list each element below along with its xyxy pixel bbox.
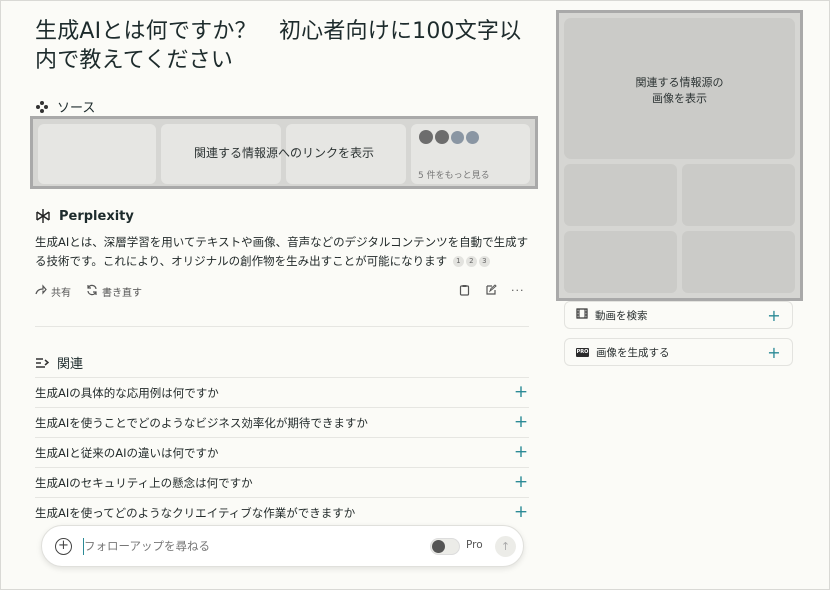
copy-button[interactable] (459, 284, 470, 299)
film-icon (576, 308, 588, 322)
edit-button[interactable] (485, 284, 497, 299)
favicon-icon (435, 130, 449, 144)
pro-toggle[interactable] (430, 538, 460, 555)
image-thumbnail[interactable] (682, 231, 795, 293)
generate-image-label: 画像を生成する (596, 346, 670, 359)
clipboard-icon (459, 284, 470, 299)
followup-bar: + Pro ↑ (41, 525, 524, 567)
related-item[interactable]: 生成AIの具体的な応用例は何ですか + (35, 377, 529, 407)
related-item-label: 生成AIを使うことでどのようなビジネス効率化が期待できますか (35, 415, 368, 430)
plus-icon: + (767, 305, 781, 325)
related-item-label: 生成AIを使ってどのようなクリエイティブな作業ができますか (35, 505, 356, 520)
send-button[interactable]: ↑ (495, 536, 516, 557)
related-item-label: 生成AIと従来のAIの違いは何ですか (35, 445, 219, 460)
search-videos-label: 動画を検索 (595, 309, 648, 322)
plus-icon: + (767, 342, 781, 362)
plus-icon[interactable]: + (513, 474, 529, 491)
edit-icon (485, 284, 497, 299)
image-thumbnail[interactable] (564, 231, 677, 293)
section-divider (35, 326, 529, 327)
citation-badge[interactable]: 1 (452, 256, 464, 267)
image-thumbnail[interactable] (564, 164, 677, 226)
pro-label: Pro (466, 539, 483, 551)
image-thumbnail[interactable] (682, 164, 795, 226)
app-frame: 生成AIとは何ですか？ 初心者向けに100文字以内で教えてください ソース 5 … (0, 0, 830, 590)
related-heading: 関連 (57, 357, 84, 372)
rewrite-button[interactable]: 書き直す (86, 284, 142, 299)
sources-header: ソース (35, 97, 95, 116)
more-sources-card[interactable]: 5 件をもっと見る (411, 124, 530, 184)
attach-plus-icon[interactable]: + (55, 538, 72, 555)
related-list: 生成AIの具体的な応用例は何ですか + 生成AIを使うことでどのようなビジネス効… (35, 377, 529, 527)
source-favicons (419, 130, 479, 144)
plus-icon[interactable]: + (513, 444, 529, 461)
page-title: 生成AIとは何ですか？ 初心者向けに100文字以内で教えてください (35, 19, 522, 73)
pro-badge: PRO (576, 347, 589, 357)
plus-icon[interactable]: + (513, 414, 529, 431)
answer-header: Perplexity (35, 208, 134, 224)
globe-icon (466, 131, 479, 144)
citation-badge[interactable]: 3 (478, 256, 490, 267)
related-item[interactable]: 生成AIのセキュリティ上の懸念は何ですか + (35, 467, 529, 497)
related-item-label: 生成AIのセキュリティ上の懸念は何ですか (35, 475, 253, 490)
media-overlay-line: 関連する情報源の (635, 76, 724, 89)
generate-image-button[interactable]: PRO 画像を生成する + (564, 338, 793, 366)
more-icon: ··· (511, 284, 525, 297)
source-card[interactable] (38, 124, 156, 184)
related-item[interactable]: 生成AIを使ってどのようなクリエイティブな作業ができますか + (35, 497, 529, 527)
media-overlay-label: 関連する情報源の 画像を表示 (564, 75, 795, 107)
globe-icon (451, 131, 464, 144)
related-item-label: 生成AIの具体的な応用例は何ですか (35, 385, 219, 400)
share-button[interactable]: 共有 (35, 284, 71, 299)
sources-heading: ソース (57, 101, 96, 116)
media-panel: 関連する情報源の 画像を表示 (556, 10, 803, 301)
source-card[interactable] (286, 124, 406, 184)
arrow-up-icon: ↑ (500, 540, 511, 553)
media-overlay-line: 画像を表示 (652, 92, 707, 105)
more-button[interactable]: ··· (511, 284, 525, 297)
answer-text: 生成AIとは、深層学習を用いてテキストや画像、音声などのデジタルコンテンツを自動… (35, 233, 531, 271)
sources-panel: 5 件をもっと見る 関連する情報源へのリンクを表示 (30, 116, 538, 189)
citation-badge[interactable]: 2 (465, 256, 477, 267)
followup-input[interactable] (84, 536, 404, 556)
related-item[interactable]: 生成AIと従来のAIの違いは何ですか + (35, 437, 529, 467)
share-icon (35, 284, 47, 299)
sources-icon (35, 100, 49, 114)
rewrite-icon (86, 284, 98, 299)
share-label: 共有 (51, 288, 71, 299)
related-item[interactable]: 生成AIを使うことでどのようなビジネス効率化が期待できますか + (35, 407, 529, 437)
favicon-icon (419, 130, 433, 144)
toggle-knob (432, 540, 445, 553)
perplexity-logo-icon (35, 208, 51, 224)
source-card[interactable] (161, 124, 281, 184)
more-sources-label: 5 件をもっと見る (418, 171, 490, 181)
related-icon (35, 357, 49, 369)
search-videos-button[interactable]: 動画を検索 + (564, 301, 793, 329)
plus-icon[interactable]: + (513, 504, 529, 521)
related-header: 関連 (35, 353, 83, 372)
plus-icon[interactable]: + (513, 384, 529, 401)
answer-actions: 共有 書き直す ··· (35, 284, 529, 300)
answer-heading: Perplexity (59, 208, 134, 224)
rewrite-label: 書き直す (102, 288, 142, 299)
